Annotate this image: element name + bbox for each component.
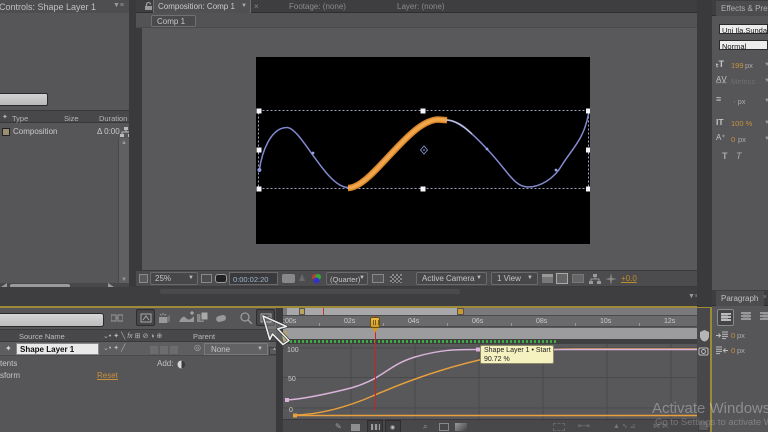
svg-text:50: 50 bbox=[288, 376, 296, 383]
svg-text:0: 0 bbox=[289, 407, 293, 414]
